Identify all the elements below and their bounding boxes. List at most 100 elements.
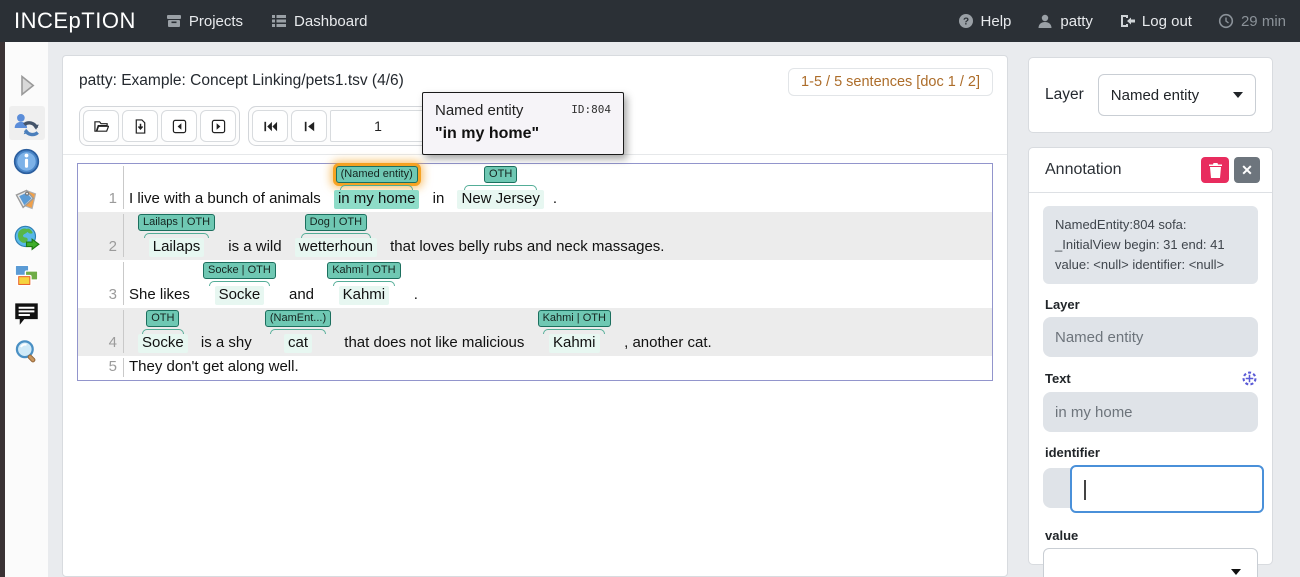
images-button[interactable] — [9, 258, 45, 292]
identifier-field-label: identifier — [1045, 445, 1258, 460]
next-doc-icon — [211, 119, 226, 134]
annotation-label[interactable]: OTH — [146, 310, 179, 327]
tooltip-annotation-id: ID:804 — [571, 102, 611, 116]
prev-doc-icon — [172, 119, 187, 134]
annotation-span[interactable]: OTH New Jersey — [457, 166, 543, 209]
prev-document-button[interactable] — [161, 110, 197, 142]
annotation-span[interactable]: Kahmi | OTH Kahmi — [327, 262, 400, 305]
chevron-down-icon — [1231, 569, 1241, 575]
nav-projects[interactable]: Projects — [166, 13, 243, 30]
annotated-text[interactable]: in my home — [334, 190, 420, 209]
annotation-span[interactable]: (Named entity) in my home — [334, 166, 420, 209]
export-button[interactable] — [9, 220, 45, 254]
app-logo[interactable]: INCEpTION — [0, 8, 152, 34]
line-number: 4 — [78, 310, 124, 353]
sentence-text[interactable]: . — [553, 190, 557, 209]
nav-dashboard[interactable]: Dashboard — [271, 13, 367, 30]
info-icon — [13, 148, 40, 175]
annotated-text[interactable]: Kahmi — [339, 286, 390, 305]
sentence-content: Lailaps | OTH Lailaps is a wild Dog | OTH… — [124, 214, 664, 257]
document-title: patty: Example: Concept Linking/pets1.ts… — [79, 68, 404, 90]
sentence-content: I live with a bunch of animals (Named en… — [124, 166, 557, 209]
open-document-button[interactable] — [83, 110, 119, 142]
close-icon: ✕ — [1241, 162, 1253, 179]
annotated-text[interactable]: cat — [284, 334, 312, 353]
tagsets-button[interactable] — [9, 182, 45, 216]
annotation-span[interactable]: Kahmi | OTH Kahmi — [538, 310, 611, 353]
curation-sync-button[interactable] — [9, 106, 45, 140]
sentence-text[interactable]: and — [285, 286, 318, 305]
sentence-text[interactable]: in — [428, 190, 448, 209]
annotated-text[interactable]: Socke — [215, 286, 265, 305]
annotation-label[interactable]: Lailaps | OTH — [138, 214, 215, 231]
annotation-label[interactable]: (Named entity) — [336, 166, 418, 183]
annotation-label[interactable]: Kahmi | OTH — [327, 262, 400, 279]
right-sidebar: Layer Named entity Annotation ✕ NamedEnt… — [1028, 57, 1273, 565]
curation-sync-icon — [13, 110, 40, 137]
info-button[interactable] — [9, 144, 45, 178]
sentence-text[interactable]: that does not like malicious — [340, 334, 528, 353]
annotated-text[interactable]: Socke — [138, 334, 188, 353]
annotation-label[interactable]: Kahmi | OTH — [538, 310, 611, 327]
annotation-editor[interactable]: 1I live with a bunch of animals (Named e… — [77, 163, 993, 381]
sentence-text[interactable]: I live with a bunch of animals — [129, 190, 325, 209]
annotated-text[interactable]: Kahmi — [549, 334, 600, 353]
annotation-span[interactable]: (NamEnt...) cat — [265, 310, 331, 353]
logout-icon — [1119, 13, 1135, 29]
document-button-group — [79, 106, 240, 146]
delete-annotation-button[interactable] — [1201, 157, 1229, 183]
sentence-pagination: 1-5 / 5 sentences [doc 1 / 2] — [788, 68, 993, 96]
help-link[interactable]: ? Help — [958, 13, 1012, 30]
sentence-text[interactable]: . — [410, 286, 418, 305]
layer-selector-label: Layer — [1045, 86, 1084, 104]
logout-link[interactable]: Log out — [1119, 13, 1192, 30]
identifier-input[interactable] — [1070, 465, 1264, 513]
tooltip-covered-text: "in my home" — [435, 125, 611, 143]
layer-select-value: Named entity — [1111, 87, 1199, 104]
dashboard-icon — [271, 13, 287, 29]
sentence-text[interactable]: They don't get along well. — [129, 358, 299, 377]
prev-page-button[interactable] — [291, 110, 327, 142]
sentence-text[interactable]: is a shy — [197, 334, 256, 353]
annotation-label[interactable]: Dog | OTH — [305, 214, 367, 231]
annotation-info-box: NamedEntity:804 sofa: _InitialView begin… — [1043, 206, 1258, 284]
nav-dashboard-label: Dashboard — [294, 13, 367, 30]
annotation-label[interactable]: OTH — [484, 166, 517, 183]
export-file-button[interactable] — [122, 110, 158, 142]
layer-select-dropdown[interactable]: Named entity — [1098, 74, 1256, 116]
page-number-input[interactable] — [330, 110, 426, 142]
help-label: Help — [981, 13, 1012, 30]
value-select-dropdown[interactable] — [1043, 548, 1258, 577]
annotation-label[interactable]: (NamEnt...) — [265, 310, 331, 327]
export-globe-icon — [13, 224, 40, 251]
user-menu[interactable]: patty — [1037, 13, 1093, 30]
svg-text:?: ? — [962, 17, 968, 28]
clock-icon — [1218, 13, 1234, 29]
crosshair-icon[interactable] — [1241, 370, 1258, 387]
annotated-text[interactable]: New Jersey — [457, 190, 543, 209]
images-icon — [13, 262, 40, 289]
annotation-span[interactable]: Socke | OTH Socke — [203, 262, 276, 305]
annotated-text[interactable]: wetterhoun — [295, 238, 377, 257]
annotation-label[interactable]: Socke | OTH — [203, 262, 276, 279]
sentence-text[interactable]: that loves belly rubs and neck massages. — [386, 238, 664, 257]
annotation-span[interactable]: OTH Socke — [138, 310, 188, 353]
search-button[interactable] — [9, 334, 45, 368]
annotation-span[interactable]: Dog | OTH wetterhoun — [295, 214, 377, 257]
sentence-text[interactable]: , another cat. — [620, 334, 712, 353]
first-page-button[interactable] — [252, 110, 288, 142]
sentence-text[interactable]: She likes — [129, 286, 194, 305]
chevron-down-icon — [1233, 92, 1243, 98]
layer-field-label: Layer — [1045, 297, 1258, 312]
close-annotation-button[interactable]: ✕ — [1234, 157, 1260, 183]
comment-button[interactable] — [9, 296, 45, 330]
annotated-text[interactable]: Lailaps — [149, 238, 205, 257]
sentence-rows: 1I live with a bunch of animals (Named e… — [78, 164, 992, 380]
first-page-icon — [263, 119, 278, 134]
sentence-text[interactable]: is a wild — [224, 238, 286, 257]
collapse-sidebar-button[interactable] — [9, 68, 45, 102]
next-document-button[interactable] — [200, 110, 236, 142]
annotation-span[interactable]: Lailaps | OTH Lailaps — [138, 214, 215, 257]
user-icon — [1037, 13, 1053, 29]
line-number: 3 — [78, 262, 124, 305]
